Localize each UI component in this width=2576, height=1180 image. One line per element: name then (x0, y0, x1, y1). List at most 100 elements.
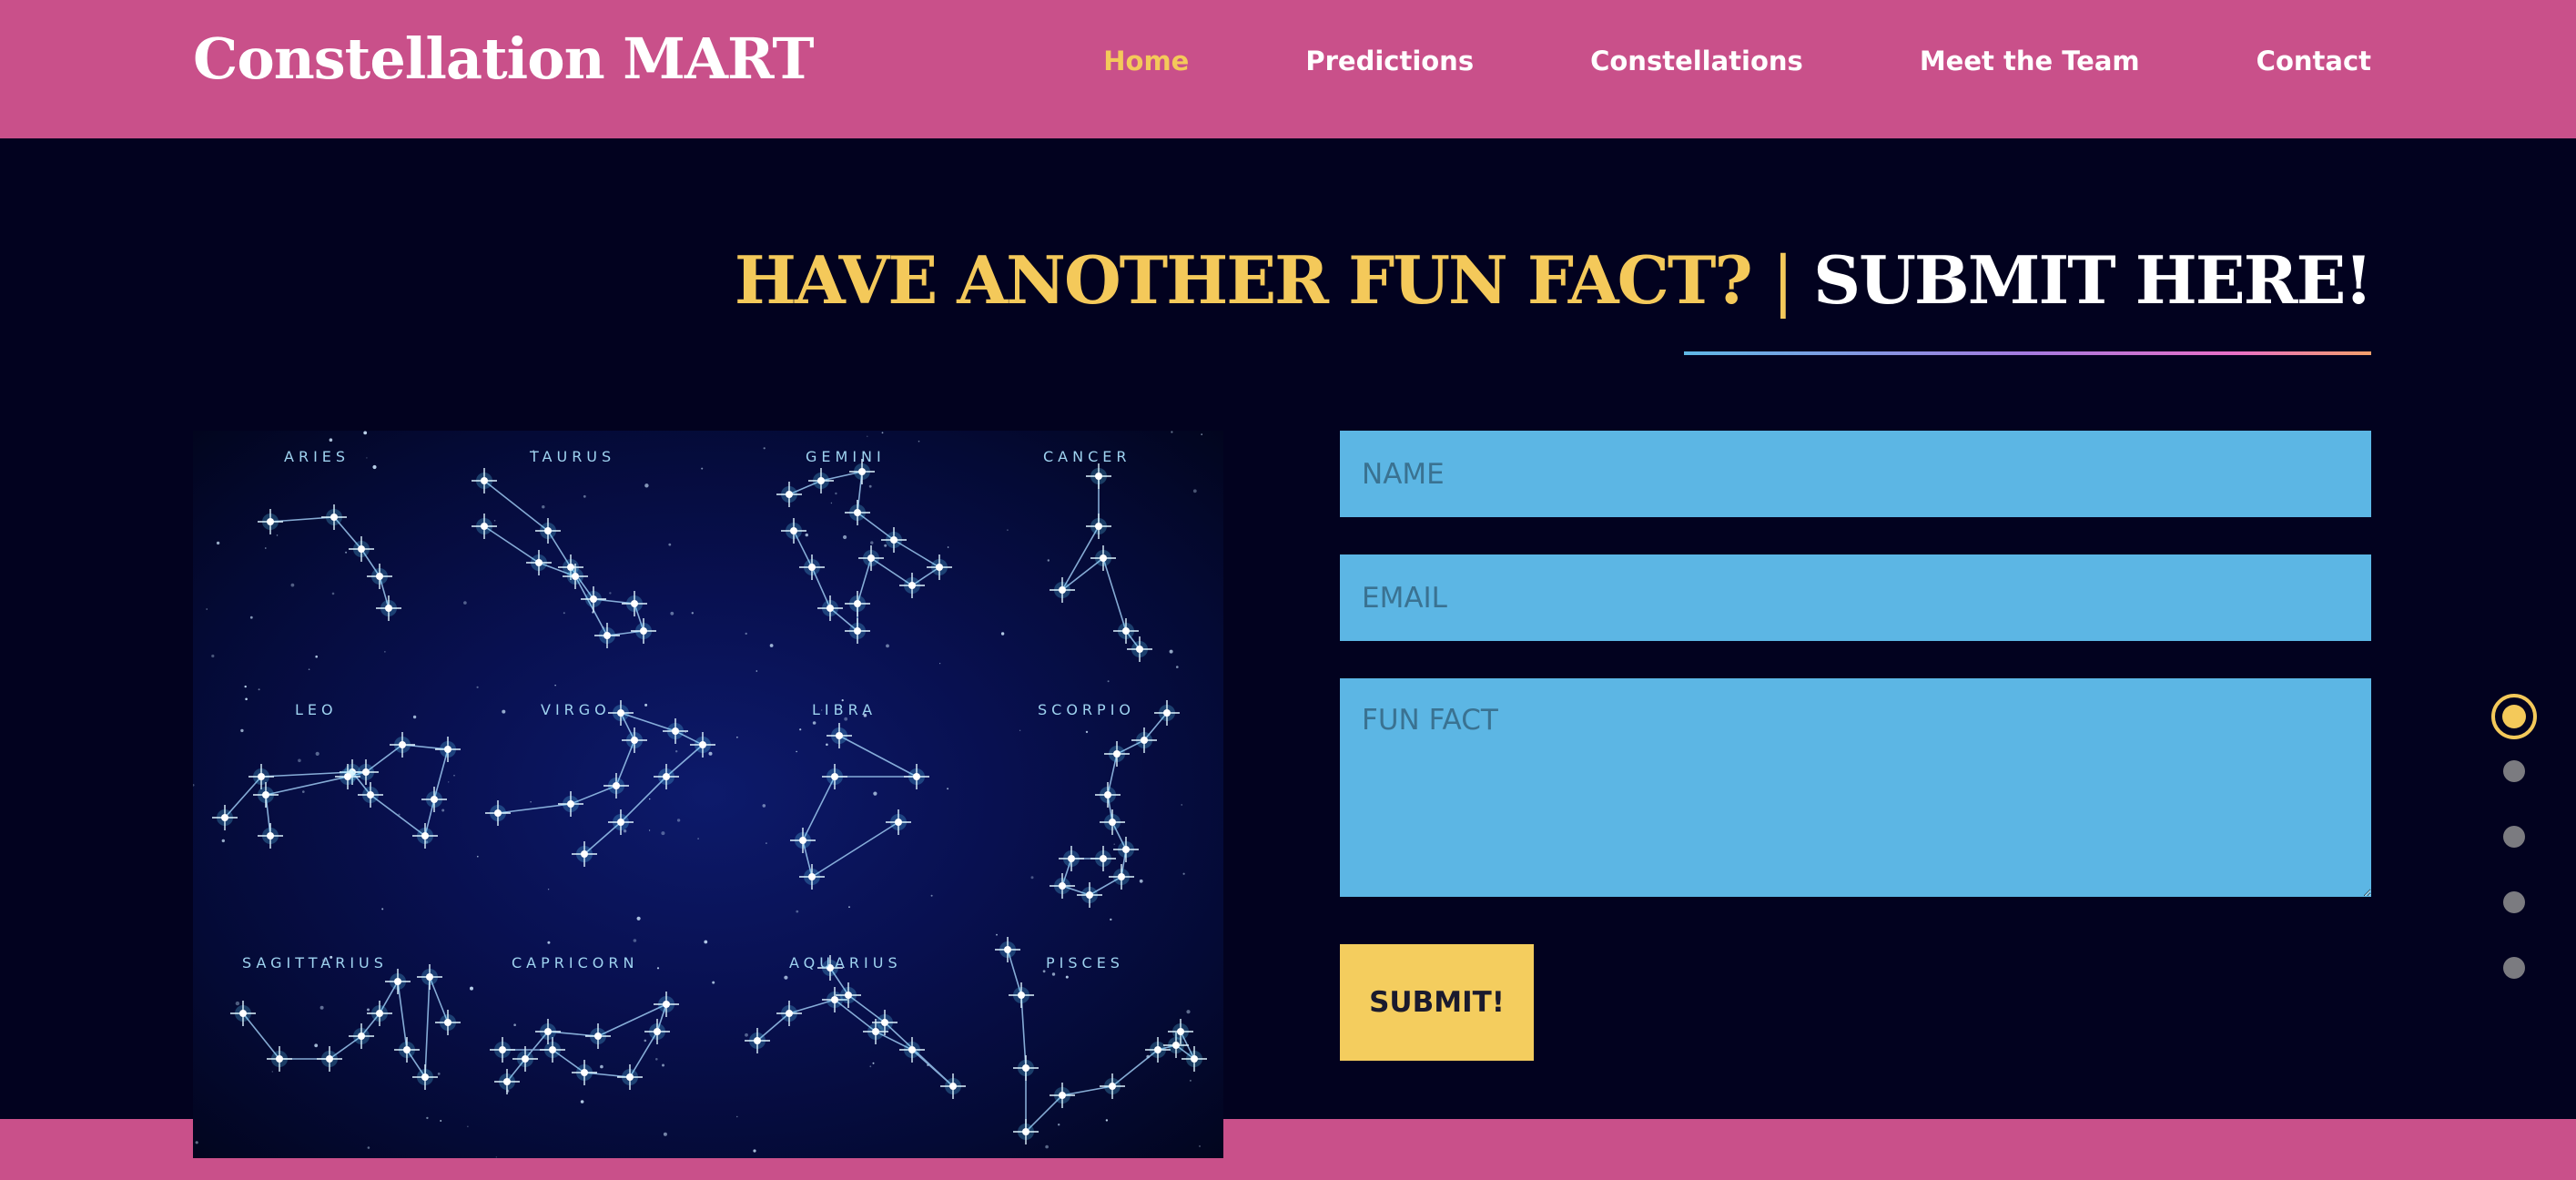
background-star (495, 1156, 497, 1158)
background-star (1085, 730, 1089, 734)
label-taurus: TAURUS (530, 448, 616, 465)
background-star (314, 1043, 319, 1048)
background-star (381, 908, 384, 910)
background-star (583, 494, 586, 498)
label-scorpio: SCORPIO (1038, 701, 1135, 718)
background-star (600, 1064, 603, 1069)
label-sagittarius: SAGITTARIUS (242, 954, 388, 971)
background-star (1047, 559, 1050, 562)
background-star (1199, 1144, 1201, 1147)
pager-dot-1[interactable] (2491, 694, 2537, 739)
pager-dot-3[interactable] (2503, 826, 2525, 848)
background-star (195, 1141, 198, 1144)
constellation-star (540, 1037, 565, 1063)
constellation-star (899, 1037, 925, 1063)
background-star (736, 1115, 738, 1118)
label-libra: LIBRA (812, 701, 877, 718)
background-star (384, 651, 386, 653)
constellation-line (756, 967, 954, 1087)
background-star (463, 601, 467, 605)
constellation-star (1059, 846, 1084, 871)
constellation-star (385, 969, 411, 994)
background-star (1019, 729, 1021, 731)
constellation-star (881, 527, 907, 553)
label-capricorn: CAPRICORN (512, 954, 639, 971)
constellation-star (349, 536, 374, 562)
background-star (412, 715, 417, 719)
nav-constellations[interactable]: Constellations (1590, 46, 1803, 76)
background-star (1058, 1124, 1060, 1126)
constellation-star (258, 823, 283, 849)
background-star (1176, 666, 1179, 668)
constellation-star (845, 618, 870, 644)
fun-fact-textarea[interactable] (1340, 678, 2371, 897)
constellation-star (535, 1019, 561, 1044)
submit-button[interactable]: SUBMIT! (1340, 944, 1534, 1061)
name-input[interactable] (1340, 431, 2371, 517)
constellation-star (622, 591, 647, 616)
background-star (276, 534, 279, 536)
background-star (835, 492, 837, 495)
background-star (542, 505, 545, 509)
background-star (805, 533, 808, 537)
constellation-star (581, 586, 606, 612)
constellation-star (776, 482, 802, 507)
background-star (258, 688, 260, 691)
constellation-star (1009, 982, 1034, 1008)
background-star (670, 611, 674, 615)
background-star (633, 939, 637, 942)
background-star (708, 751, 713, 756)
label-cancer: CANCER (1043, 448, 1131, 465)
background-star (513, 1023, 516, 1026)
background-star (704, 940, 708, 944)
heading-question: HAVE ANOTHER FUN FACT? (734, 241, 1753, 319)
background-star (1171, 431, 1173, 433)
background-star (812, 721, 816, 725)
email-input[interactable] (1340, 554, 2371, 641)
constellation-star (904, 764, 929, 789)
background-star (685, 731, 686, 733)
background-star (947, 546, 949, 548)
background-star (1045, 1144, 1049, 1149)
background-star (563, 612, 565, 615)
constellation-star (1090, 846, 1116, 871)
nav-meet-the-team[interactable]: Meet the Team (1920, 46, 2140, 76)
background-star (298, 758, 301, 763)
nav-predictions[interactable]: Predictions (1305, 46, 1474, 76)
background-star (345, 551, 348, 554)
nav-contact[interactable]: Contact (2257, 46, 2371, 76)
site-header: Constellation MART Home Predictions Cons… (0, 0, 2576, 138)
nav-home[interactable]: Home (1103, 46, 1189, 76)
background-star (766, 842, 767, 844)
pager-dot-5[interactable] (2503, 957, 2525, 979)
constellation-star (1127, 636, 1152, 662)
background-star (881, 432, 884, 434)
background-star (235, 1001, 240, 1006)
background-star (939, 663, 941, 665)
brand-logo[interactable]: Constellation MART (193, 25, 815, 92)
pager-dot-2[interactable] (2503, 760, 2525, 782)
background-star (655, 1058, 658, 1061)
background-star (826, 743, 828, 747)
background-star (221, 839, 225, 843)
heading-cta: SUBMIT HERE! (1813, 241, 2373, 319)
background-star (712, 981, 715, 984)
constellation-star (1013, 1055, 1039, 1081)
background-star (1105, 1119, 1109, 1122)
constellation-star (485, 800, 511, 826)
constellation-star (1050, 577, 1075, 603)
background-star (206, 608, 208, 610)
background-star (476, 686, 479, 688)
constellation-line (269, 516, 390, 609)
constellation-star (358, 782, 383, 808)
pager-dot-4[interactable] (2503, 891, 2525, 913)
background-star (240, 728, 244, 733)
background-star (547, 889, 550, 890)
constellation-star (253, 782, 279, 808)
section-heading: HAVE ANOTHER FUN FACT? | SUBMIT HERE! (734, 241, 2373, 319)
constellation-star (781, 518, 806, 544)
background-star (623, 829, 627, 833)
background-star (1182, 872, 1185, 875)
constellation-star (927, 554, 952, 580)
constellation-art (193, 431, 1207, 1158)
